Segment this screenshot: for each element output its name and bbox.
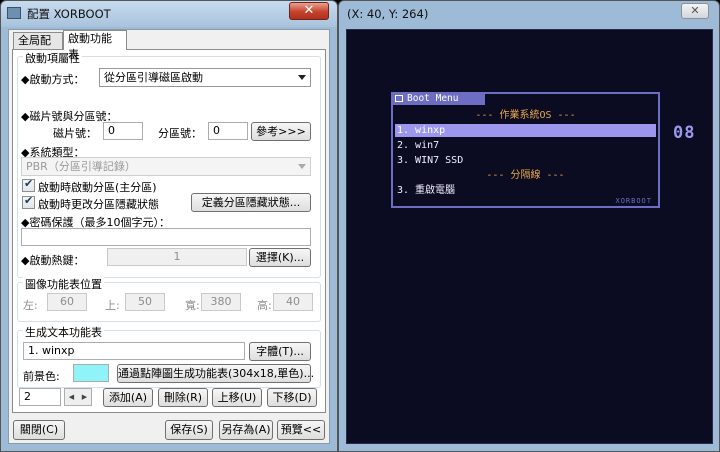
partition-number-input[interactable]: 0: [208, 122, 248, 140]
hide-partition-label: 啟動時更改分區隱藏狀態: [38, 198, 159, 211]
system-type-value: PBR（分區引導記錄）: [26, 160, 136, 173]
activate-partition-checkbox[interactable]: [22, 177, 35, 192]
save-as-button[interactable]: 另存為(A): [219, 420, 273, 440]
hotkey-label: ◆啟動熱鍵：: [21, 254, 85, 267]
boot-menu-item[interactable]: 3. WIN7 SSD: [395, 154, 656, 167]
spin-left-icon[interactable]: ◀: [65, 389, 78, 405]
cursor-coords: (X: 40, Y: 264): [347, 7, 429, 21]
boot-menu-footer: XORBOOT: [615, 197, 652, 205]
move-down-button[interactable]: 下移(D): [267, 388, 317, 407]
menu-top-label: 上:: [105, 299, 120, 312]
disk-number-input[interactable]: 0: [103, 122, 143, 140]
item-index-input[interactable]: 2: [19, 388, 61, 406]
define-hide-state-button[interactable]: 定義分區隱藏狀態...: [191, 193, 311, 212]
hotkey-input[interactable]: 1: [107, 248, 247, 266]
countdown-timer: 08: [673, 123, 696, 143]
close-preview-button[interactable]: ✕: [681, 3, 709, 19]
boot-menu-panel[interactable]: Boot Menu --- 作業系統OS --- 1. winxp 2. win7 3…: [391, 92, 660, 208]
add-button[interactable]: 添加(A): [103, 388, 153, 407]
menu-height-label: 高:: [257, 299, 272, 312]
font-button[interactable]: 字體(T)...: [249, 342, 311, 361]
preview-button[interactable]: 預覽<<: [277, 420, 325, 440]
move-up-button[interactable]: 上移(U): [212, 388, 262, 407]
menu-icon: [395, 95, 403, 102]
generate-menu-button[interactable]: 通過點陣圖生成功能表(304x18,單色)...: [117, 364, 314, 383]
boot-menu-title-tab: Boot Menu: [391, 92, 485, 105]
preview-window: (X: 40, Y: 264) ✕ Boot Menu --- 作業系統OS -…: [338, 0, 720, 452]
chevron-down-icon: [298, 164, 306, 169]
item-index-spinner[interactable]: ◀ ▶: [64, 388, 92, 406]
text-menu-group-label: 生成文本功能表: [23, 324, 104, 340]
reference-button[interactable]: 參考>>>: [251, 122, 311, 141]
boot-menu-item[interactable]: 3. 重啟電腦: [395, 184, 656, 197]
boot-menu-title: Boot Menu: [407, 93, 459, 104]
boot-mode-value: 從分區引導磁區啟動: [104, 71, 203, 84]
boot-menu-item[interactable]: 2. win7: [395, 139, 656, 152]
close-button[interactable]: 關閉(C): [13, 420, 65, 440]
password-input[interactable]: [21, 228, 311, 246]
activate-partition-label: 啟動時啟動分區(主分區): [38, 181, 157, 194]
disk-number-label: 磁片號：: [53, 127, 97, 140]
partition-number-label: 分區號：: [158, 127, 202, 140]
boot-menu-tabpanel: 啟動項屬性 ◆啟動方式： 從分區引導磁區啟動 ◆磁片號與分區號： 磁片號： 0 …: [12, 49, 326, 413]
boot-menu-separator: --- 作業系統OS ---: [475, 110, 576, 121]
config-titlebar[interactable]: 配置 XORBOOT ✕: [1, 1, 337, 27]
boot-mode-select[interactable]: 從分區引導磁區啟動: [99, 68, 311, 87]
save-button[interactable]: 保存(S): [165, 420, 213, 440]
foreground-color-label: 前景色:: [23, 370, 60, 383]
image-menu-group-label: 圖像功能表位置: [23, 276, 104, 292]
window-title: 配置 XORBOOT: [27, 7, 111, 21]
boot-menu-item[interactable]: 1. winxp: [395, 124, 656, 137]
menu-width-label: 寬:: [185, 299, 200, 312]
boot-screen-preview: Boot Menu --- 作業系統OS --- 1. winxp 2. win7 3…: [346, 29, 713, 444]
menu-left-label: 左:: [23, 299, 38, 312]
menu-entry-text-input[interactable]: 1. winxp: [23, 342, 245, 360]
hide-partition-checkbox[interactable]: [22, 194, 35, 209]
foreground-color-swatch[interactable]: [73, 364, 109, 382]
boot-menu-separator: --- 分隔線 ---: [486, 170, 565, 181]
tab-boot-menu[interactable]: 啟動功能表: [63, 30, 127, 61]
app-icon: [7, 7, 21, 19]
menu-width-input[interactable]: 380: [201, 293, 241, 311]
config-window: 配置 XORBOOT ✕ 全局配置 啟動功能表 啟動項屬性 ◆啟動方式： 從分區…: [0, 0, 338, 452]
boot-mode-label: ◆啟動方式：: [21, 73, 85, 86]
tab-global-config[interactable]: 全局配置: [13, 32, 63, 63]
select-hotkey-button[interactable]: 選擇(K)...: [249, 248, 311, 267]
config-client-area: 全局配置 啟動功能表 啟動項屬性 ◆啟動方式： 從分區引導磁區啟動 ◆磁片號與分…: [8, 29, 330, 444]
close-window-button[interactable]: ✕: [289, 2, 329, 20]
menu-top-input[interactable]: 50: [125, 293, 165, 311]
delete-button[interactable]: 刪除(R): [158, 388, 208, 407]
menu-left-input[interactable]: 60: [47, 293, 87, 311]
menu-height-input[interactable]: 40: [273, 293, 313, 311]
system-type-select[interactable]: PBR（分區引導記錄）: [21, 157, 311, 176]
spin-right-icon[interactable]: ▶: [78, 389, 91, 405]
chevron-down-icon: [298, 75, 306, 80]
